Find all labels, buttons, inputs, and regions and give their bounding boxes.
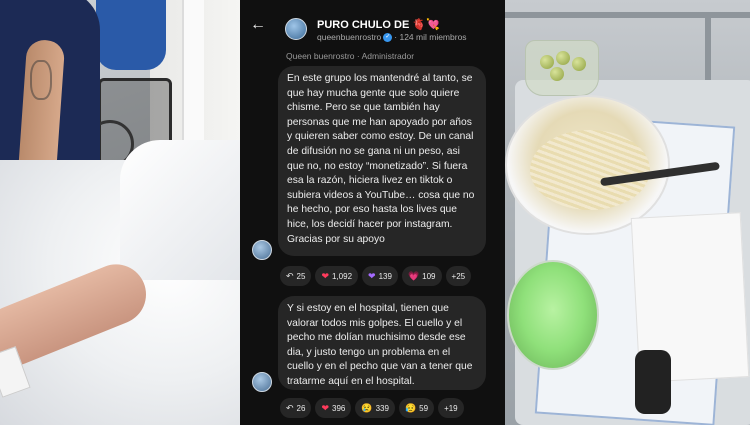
reaction-count: 109	[422, 271, 436, 281]
reaction-chip[interactable]: 😢 339	[355, 398, 395, 418]
reaction-chip[interactable]: 😥 59	[398, 398, 435, 418]
grapes-cup	[525, 40, 599, 96]
reply-icon: ↶	[286, 270, 294, 281]
owner-username[interactable]: queenbuenrostro	[317, 32, 381, 42]
reaction-count: 139	[378, 271, 392, 281]
member-count: · 124 mil miembros	[394, 32, 467, 42]
red-heart-icon: ❤	[321, 402, 329, 413]
group-avatar[interactable]	[285, 18, 307, 40]
sheet-fold	[120, 140, 240, 280]
sender-avatar[interactable]	[252, 372, 272, 392]
sender-avatar[interactable]	[252, 240, 272, 260]
hospital-meal-photo	[505, 0, 750, 425]
bed-rail	[505, 12, 750, 18]
reaction-count: 1,092	[332, 271, 353, 281]
grape	[556, 51, 570, 65]
reply-count: 25	[296, 271, 306, 281]
crying-face-icon: 😢	[361, 402, 373, 413]
reaction-bar: ↶ 25 ❤ 1,092 ❤ 139 💗 109 +25	[280, 266, 472, 286]
reply-count-chip[interactable]: ↶ 26	[280, 398, 312, 418]
sender-line: Queen buenrostro · Administrador	[286, 51, 414, 61]
utensil-handle	[635, 350, 671, 414]
message-bubble[interactable]: Y si estoy en el hospital, tienen que va…	[278, 296, 486, 390]
more-reactions-count: +25	[451, 271, 466, 281]
jello-cup	[507, 260, 599, 370]
reply-icon: ↶	[286, 402, 294, 413]
arrow-left-icon[interactable]: ←	[250, 17, 268, 33]
reaction-count: 339	[375, 403, 389, 413]
reaction-count: 59	[419, 403, 429, 413]
sender-role: · Administrador	[356, 51, 415, 61]
reaction-bar: ↶ 26 ❤ 396 😢 339 😥 59 +19	[280, 398, 464, 418]
more-reactions-chip[interactable]: +25	[445, 266, 472, 286]
sad-face-icon: 😥	[404, 402, 417, 413]
grape	[572, 57, 586, 71]
grape	[540, 55, 554, 69]
reaction-chip[interactable]: ❤ 1,092	[315, 266, 359, 286]
group-title[interactable]: PURO CHULO DE 🫀💘	[317, 18, 440, 31]
group-subtitle: queenbuenrostro ✓ · 124 mil miembros	[317, 32, 467, 43]
reply-count-chip[interactable]: ↶ 25	[280, 266, 312, 286]
reaction-chip[interactable]: 💗 109	[401, 266, 442, 286]
noodle-soup	[530, 130, 650, 210]
verified-badge-icon: ✓	[383, 33, 393, 43]
nurse-background	[96, 0, 166, 70]
reply-count: 26	[296, 403, 306, 413]
purple-heart-icon: ❤	[368, 270, 376, 281]
sender-name[interactable]: Queen buenrostro	[286, 51, 355, 61]
pink-heart-icon: 💗	[407, 270, 420, 281]
reaction-count: 396	[332, 403, 346, 413]
reaction-chip[interactable]: ❤ 396	[315, 398, 352, 418]
more-reactions-chip[interactable]: +19	[438, 398, 464, 418]
chat-header: ← PURO CHULO DE 🫀💘 queenbuenrostro ✓ · 124…	[240, 0, 505, 48]
hospital-bed-photo	[0, 0, 240, 425]
arm-tattoo	[30, 60, 52, 100]
broadcast-channel-chat: ← PURO CHULO DE 🫀💘 queenbuenrostro ✓ · 124…	[240, 0, 505, 425]
red-heart-icon: ❤	[321, 270, 329, 281]
grape	[550, 67, 564, 81]
message-bubble[interactable]: En este grupo los mantendré al tanto, se…	[278, 66, 486, 256]
more-reactions-count: +19	[444, 403, 458, 413]
reaction-chip[interactable]: ❤ 139	[362, 266, 398, 286]
